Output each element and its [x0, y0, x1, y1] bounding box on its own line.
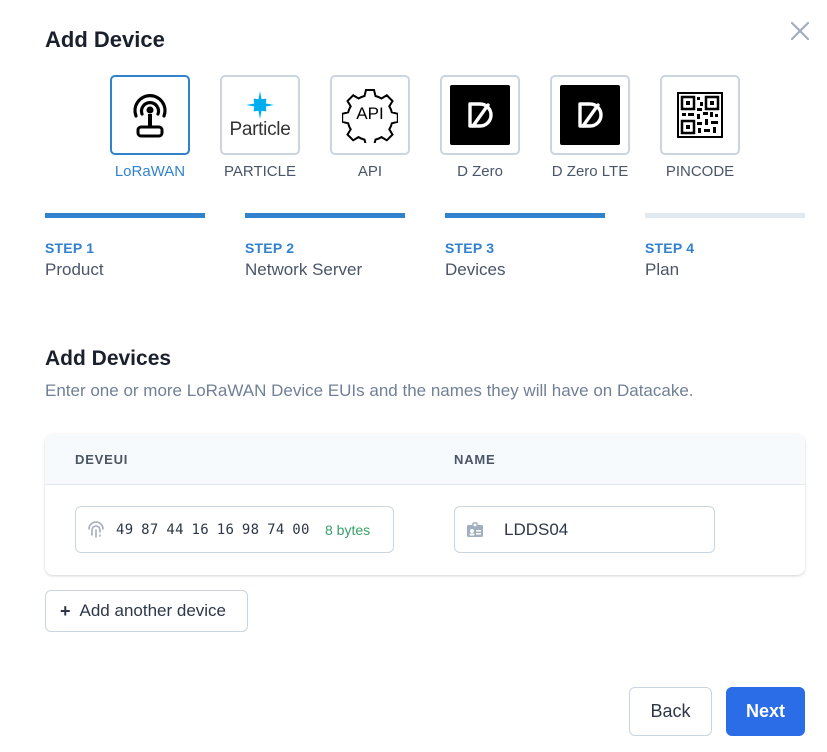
- device-type-label: D Zero LTE: [551, 163, 629, 180]
- device-type-tile: [660, 75, 740, 155]
- dzero-logo-icon: [450, 85, 510, 145]
- byte-count: 8 bytes: [325, 521, 371, 538]
- device-type-tile: [550, 75, 630, 155]
- table-header: DEVEUI NAME: [45, 434, 805, 485]
- close-button[interactable]: [786, 17, 814, 45]
- step-4[interactable]: STEP 4 Plan: [645, 213, 805, 280]
- column-header-name: NAME: [454, 452, 496, 467]
- section-title: Add Devices: [45, 347, 172, 370]
- step-bar: [245, 213, 405, 218]
- step-number: STEP 1: [45, 240, 95, 256]
- device-type-dzero-lte[interactable]: D Zero LTE: [540, 75, 640, 180]
- device-type-tile: [440, 75, 520, 155]
- particle-logo-text: Particle: [229, 118, 291, 140]
- particle-logo-icon: Particle: [230, 90, 291, 141]
- step-name: Product: [45, 260, 104, 279]
- modal-title: Add Device: [45, 27, 165, 52]
- add-device-modal: Add Device LoRaWAN Particle PARTICLE API…: [0, 0, 827, 752]
- device-name-value: LDDS04: [504, 519, 569, 539]
- api-gear-icon: API: [342, 87, 398, 143]
- column-header-deveui: DEVEUI: [75, 452, 129, 467]
- add-another-device-label: Add another device: [79, 601, 227, 620]
- device-type-label: PARTICLE: [224, 163, 296, 180]
- deveui-value: 49 87 44 16 16 98 74 00: [116, 521, 310, 538]
- device-type-dzero[interactable]: D Zero: [430, 75, 530, 180]
- step-bar: [445, 213, 605, 218]
- back-button[interactable]: Back: [629, 687, 712, 736]
- step-bar: [645, 213, 805, 218]
- step-3[interactable]: STEP 3 Devices: [445, 213, 605, 280]
- step-number: STEP 2: [245, 240, 295, 256]
- lorawan-antenna-icon: [133, 94, 167, 138]
- device-type-tile: [110, 75, 190, 155]
- step-bar: [45, 213, 205, 218]
- step-2[interactable]: STEP 2 Network Server: [245, 213, 405, 280]
- next-button[interactable]: Next: [726, 687, 805, 736]
- step-1[interactable]: STEP 1 Product: [45, 213, 205, 280]
- qr-code-icon: [677, 92, 723, 138]
- step-number: STEP 4: [645, 240, 695, 256]
- plus-icon: +: [60, 600, 71, 621]
- device-type-tile: API: [330, 75, 410, 155]
- close-icon: [790, 21, 810, 41]
- device-type-label: LoRaWAN: [114, 163, 186, 180]
- section-description: Enter one or more LoRaWAN Device EUIs an…: [45, 381, 694, 400]
- step-name: Network Server: [245, 260, 363, 279]
- step-number: STEP 3: [445, 240, 495, 256]
- deveui-input[interactable]: 49 87 44 16 16 98 74 00 8 bytes: [75, 506, 394, 553]
- api-icon-text: API: [356, 104, 384, 123]
- id-card-icon: [467, 521, 483, 537]
- device-type-pincode[interactable]: PINCODE: [650, 75, 750, 180]
- device-type-api[interactable]: API API: [320, 75, 420, 180]
- dzero-logo-icon: [560, 85, 620, 145]
- device-type-label: API: [357, 163, 383, 180]
- add-another-device-button[interactable]: + Add another device: [45, 590, 248, 632]
- step-progress: STEP 1 Product STEP 2 Network Server STE…: [45, 213, 805, 293]
- fingerprint-icon: [88, 520, 104, 538]
- device-name-input[interactable]: LDDS04: [454, 506, 715, 553]
- device-type-tile: Particle: [220, 75, 300, 155]
- device-type-selector: LoRaWAN Particle PARTICLE API API D Zero…: [0, 75, 827, 185]
- devices-table: DEVEUI NAME 49 87 44 16 16 98 74 00 8 by…: [45, 434, 805, 575]
- device-type-label: PINCODE: [665, 163, 735, 180]
- device-type-label: D Zero: [457, 163, 503, 180]
- step-name: Devices: [445, 260, 506, 279]
- step-name: Plan: [645, 260, 680, 279]
- device-type-particle[interactable]: Particle PARTICLE: [210, 75, 310, 180]
- device-type-lorawan[interactable]: LoRaWAN: [100, 75, 200, 180]
